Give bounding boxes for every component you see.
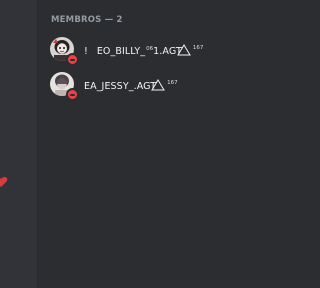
name-superscript: 06 [146, 46, 154, 52]
member-list: MEMBROS — 2 ! EO_BILLY_ 06 1.AGT 167 EA_… [38, 0, 288, 288]
member-name: ! EO_BILLY_ 06 1.AGT 167 [84, 42, 203, 57]
triangle-outline-icon [151, 79, 166, 91]
name-prefix: ! [84, 46, 88, 57]
dnd-status-icon [66, 88, 79, 101]
badge-superscript: 167 [167, 80, 178, 86]
member-item-billy[interactable]: ! EO_BILLY_ 06 1.AGT 167 [44, 33, 280, 66]
discord-window: MEMBROS — 2 ! EO_BILLY_ 06 1.AGT 167 EA_… [0, 0, 288, 288]
member-name: EA_JESSY_ .AGT 167 [84, 77, 178, 92]
heart-icon [0, 174, 8, 188]
chat-area[interactable] [0, 0, 38, 288]
name-main: EO_BILLY_ [96, 46, 146, 57]
badge-superscript: 167 [192, 45, 204, 51]
name-main: EA_JESSY_ [84, 81, 134, 92]
members-header: MEMBROS — 2 [51, 15, 123, 25]
dnd-status-icon [66, 53, 79, 66]
member-item-jessy[interactable]: EA_JESSY_ .AGT 167 [44, 68, 280, 101]
triangle-outline-icon [176, 44, 191, 56]
